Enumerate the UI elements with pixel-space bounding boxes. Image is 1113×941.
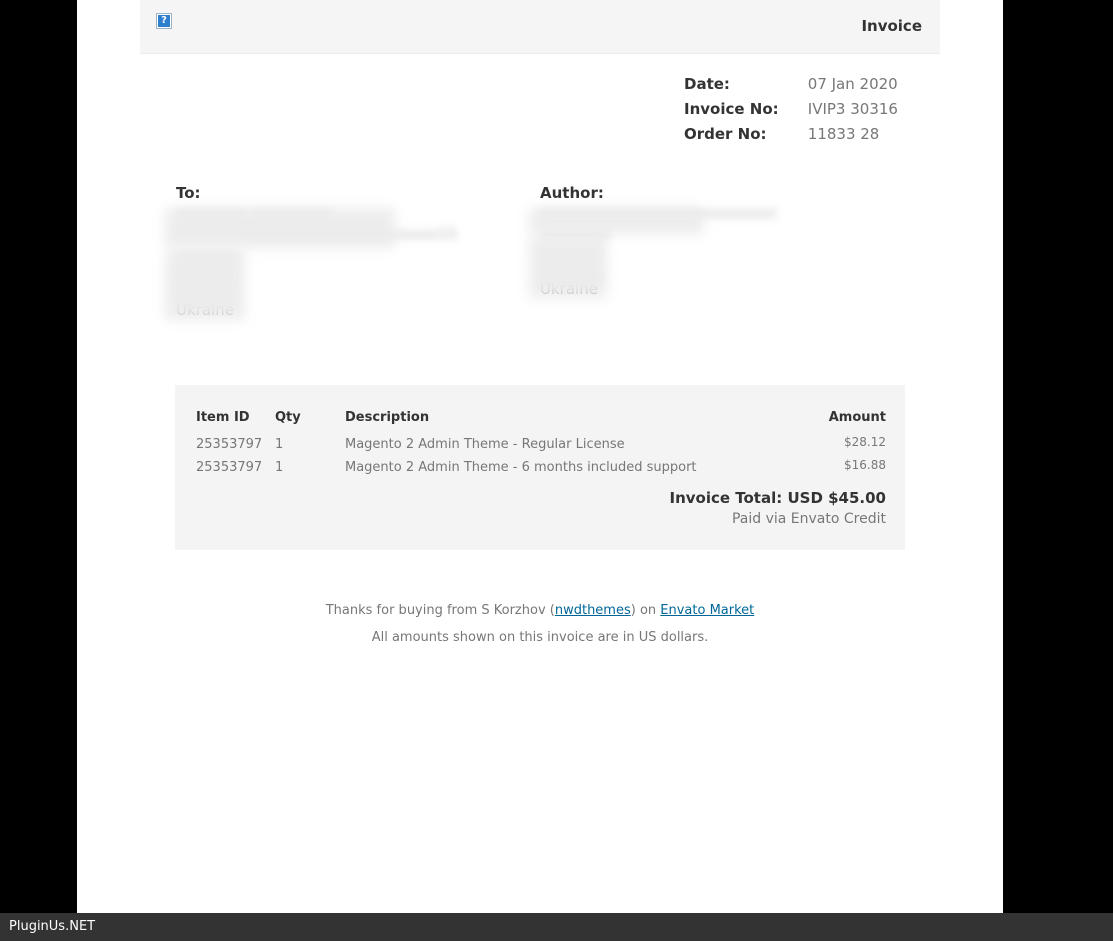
invoice-total: Invoice Total: USD $45.00 xyxy=(669,489,886,507)
description-cell: Magento 2 Admin Theme - 6 months include… xyxy=(345,460,697,475)
items-table: Item ID Qty Description Amount 25353797 … xyxy=(175,385,905,550)
order-number-row: Order No: 11833 28 xyxy=(684,124,898,149)
author-label: Author: xyxy=(540,184,604,202)
description-header: Description xyxy=(345,410,430,425)
envato-market-link[interactable]: Envato Market xyxy=(660,603,754,618)
invoice-number-label: Invoice No: xyxy=(684,100,779,118)
invoice-meta: Date: 07 Jan 2020 Invoice No: IVIP3 3031… xyxy=(684,74,898,149)
redaction-overlay xyxy=(165,250,245,320)
amount-cell: $16.88 xyxy=(844,458,886,472)
broken-logo-image: ? xyxy=(156,13,172,29)
qty-header: Qty xyxy=(275,410,301,425)
payment-method: Paid via Envato Credit xyxy=(731,511,886,527)
to-label: To: xyxy=(176,184,201,202)
item-id-cell: 25353797 xyxy=(196,437,263,452)
thanks-prefix: Thanks for buying from S Korzhov ( xyxy=(325,603,555,618)
question-mark-icon: ? xyxy=(158,15,170,27)
redaction-overlay xyxy=(529,236,607,298)
page-title: Invoice xyxy=(861,17,922,35)
redaction-overlay xyxy=(529,208,704,234)
item-id-cell: 25353797 xyxy=(196,460,263,475)
watermark-bar: PluginUs.NET xyxy=(0,913,1113,941)
amount-cell: $28.12 xyxy=(844,435,886,449)
date-label: Date: xyxy=(684,75,730,93)
qty-cell: 1 xyxy=(275,460,284,475)
thanks-message: Thanks for buying from S Korzhov (nwdthe… xyxy=(77,603,1003,618)
invoice-page: ? Invoice Date: 07 Jan 2020 Invoice No: … xyxy=(77,0,1003,913)
redaction-overlay xyxy=(165,208,395,248)
amount-header: Amount xyxy=(828,410,886,425)
currency-note: All amounts shown on this invoice are in… xyxy=(371,630,709,645)
description-cell: Magento 2 Admin Theme - Regular License xyxy=(345,437,625,452)
date-value: 07 Jan 2020 xyxy=(807,75,898,93)
invoice-header: ? Invoice xyxy=(140,0,940,54)
invoice-number-row: Invoice No: IVIP3 30316 xyxy=(684,99,898,124)
order-number-value: 11833 28 xyxy=(807,125,880,143)
item-id-header: Item ID xyxy=(196,410,250,425)
invoice-number-value: IVIP3 30316 xyxy=(807,100,898,118)
thanks-middle: ) on xyxy=(630,603,661,618)
author-link[interactable]: nwdthemes xyxy=(555,603,631,618)
qty-cell: 1 xyxy=(275,437,284,452)
date-row: Date: 07 Jan 2020 xyxy=(684,74,898,99)
order-number-label: Order No: xyxy=(684,125,767,143)
